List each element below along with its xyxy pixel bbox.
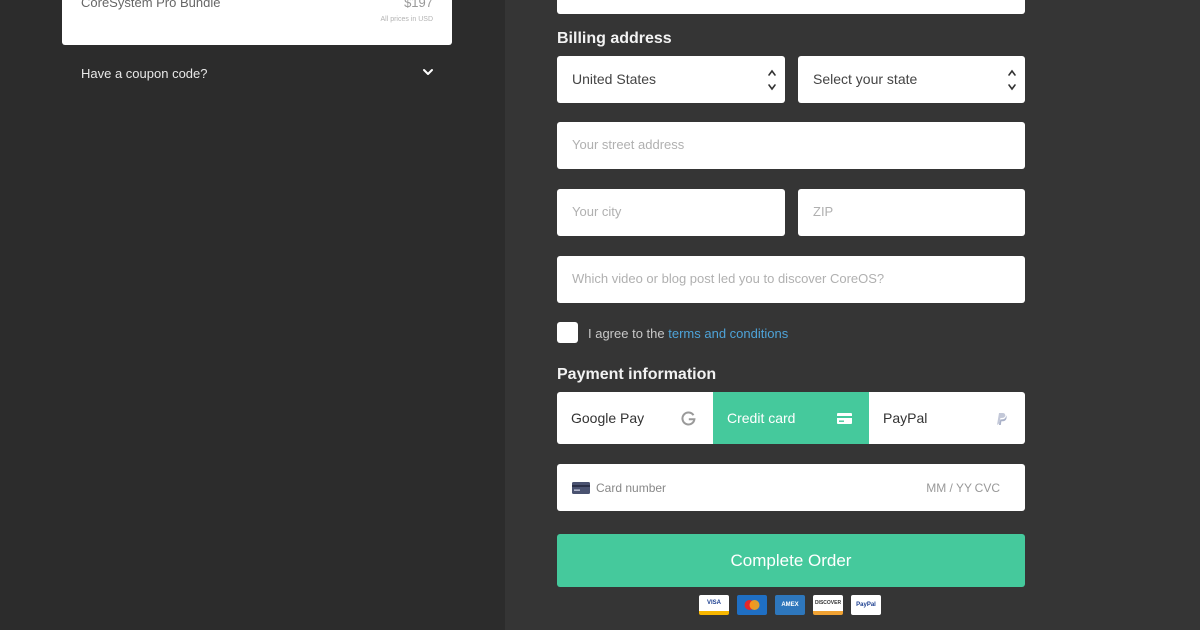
country-select[interactable]: United States [557, 56, 785, 103]
order-summary-panel: CoreSystem Pro Bundle $197 All prices in… [0, 0, 505, 630]
payment-badges: VISA AMEX DISCOVER PayPal [699, 595, 881, 615]
mastercard-circles-icon [744, 600, 760, 610]
credit-card-icon [572, 482, 590, 494]
coupon-label: Have a coupon code? [81, 66, 208, 81]
card-number-placeholder: Card number [596, 481, 667, 495]
credit-card-icon [837, 413, 852, 424]
order-summary-card: CoreSystem Pro Bundle $197 All prices in… [62, 0, 452, 45]
discover-badge-label: DISCOVER [814, 600, 842, 606]
coupon-toggle[interactable]: Have a coupon code? [62, 58, 452, 88]
visa-badge-label: VISA [706, 600, 721, 606]
terms-link[interactable]: terms and conditions [668, 326, 788, 341]
google-icon [681, 411, 696, 426]
chevron-down-icon [423, 69, 433, 75]
street-address-input[interactable]: Your street address [557, 122, 1025, 169]
paypal-badge-label: PayPal [856, 602, 876, 608]
card-expiry-input[interactable]: MM / YY [926, 481, 972, 495]
payment-information-title: Payment information [557, 366, 717, 383]
payment-method-tabs: Google Pay Credit card PayPal [557, 392, 1025, 444]
select-arrows-icon [1008, 69, 1016, 91]
tab-google-pay-label: Google Pay [571, 410, 645, 426]
tab-paypal-label: PayPal [883, 410, 928, 426]
tab-credit-card[interactable]: Credit card [713, 392, 869, 444]
tab-paypal[interactable]: PayPal [869, 392, 1025, 444]
state-select[interactable]: Select your state [798, 56, 1025, 103]
city-input[interactable]: Your city [557, 189, 785, 236]
paypal-badge-icon: PayPal [851, 595, 881, 615]
product-name: CoreSystem Pro Bundle [81, 0, 221, 10]
visa-badge-icon: VISA [699, 595, 729, 615]
street-placeholder: Your street address [572, 137, 685, 152]
tab-google-pay[interactable]: Google Pay [557, 392, 713, 444]
amex-badge-icon: AMEX [775, 595, 805, 615]
referral-placeholder: Which video or blog post led you to disc… [572, 271, 885, 286]
mastercard-badge-icon [737, 595, 767, 615]
referral-input[interactable]: Which video or blog post led you to disc… [557, 256, 1025, 303]
terms-prefix: I agree to the [588, 326, 665, 341]
select-arrows-icon [768, 69, 776, 91]
billing-address-title: Billing address [557, 30, 672, 47]
zip-input[interactable]: ZIP [798, 189, 1025, 236]
currency-note: All prices in USD [380, 16, 433, 23]
card-number-input[interactable]: Card number MM / YY CVC [557, 464, 1025, 511]
terms-checkbox[interactable] [557, 322, 578, 343]
amex-badge-label: AMEX [781, 602, 799, 608]
zip-placeholder: ZIP [813, 204, 834, 219]
card-cvc-input[interactable]: CVC [975, 481, 1000, 495]
discover-badge-icon: DISCOVER [813, 595, 843, 615]
terms-label: I agree to the terms and conditions [588, 326, 788, 341]
country-value: United States [572, 71, 657, 87]
product-price: $197 [404, 0, 433, 10]
state-placeholder: Select your state [813, 71, 918, 87]
city-placeholder: Your city [572, 204, 622, 219]
complete-order-button[interactable]: Complete Order [557, 534, 1025, 587]
tab-credit-card-label: Credit card [727, 410, 796, 426]
paypal-icon [997, 413, 1007, 425]
email-field[interactable] [557, 0, 1025, 14]
